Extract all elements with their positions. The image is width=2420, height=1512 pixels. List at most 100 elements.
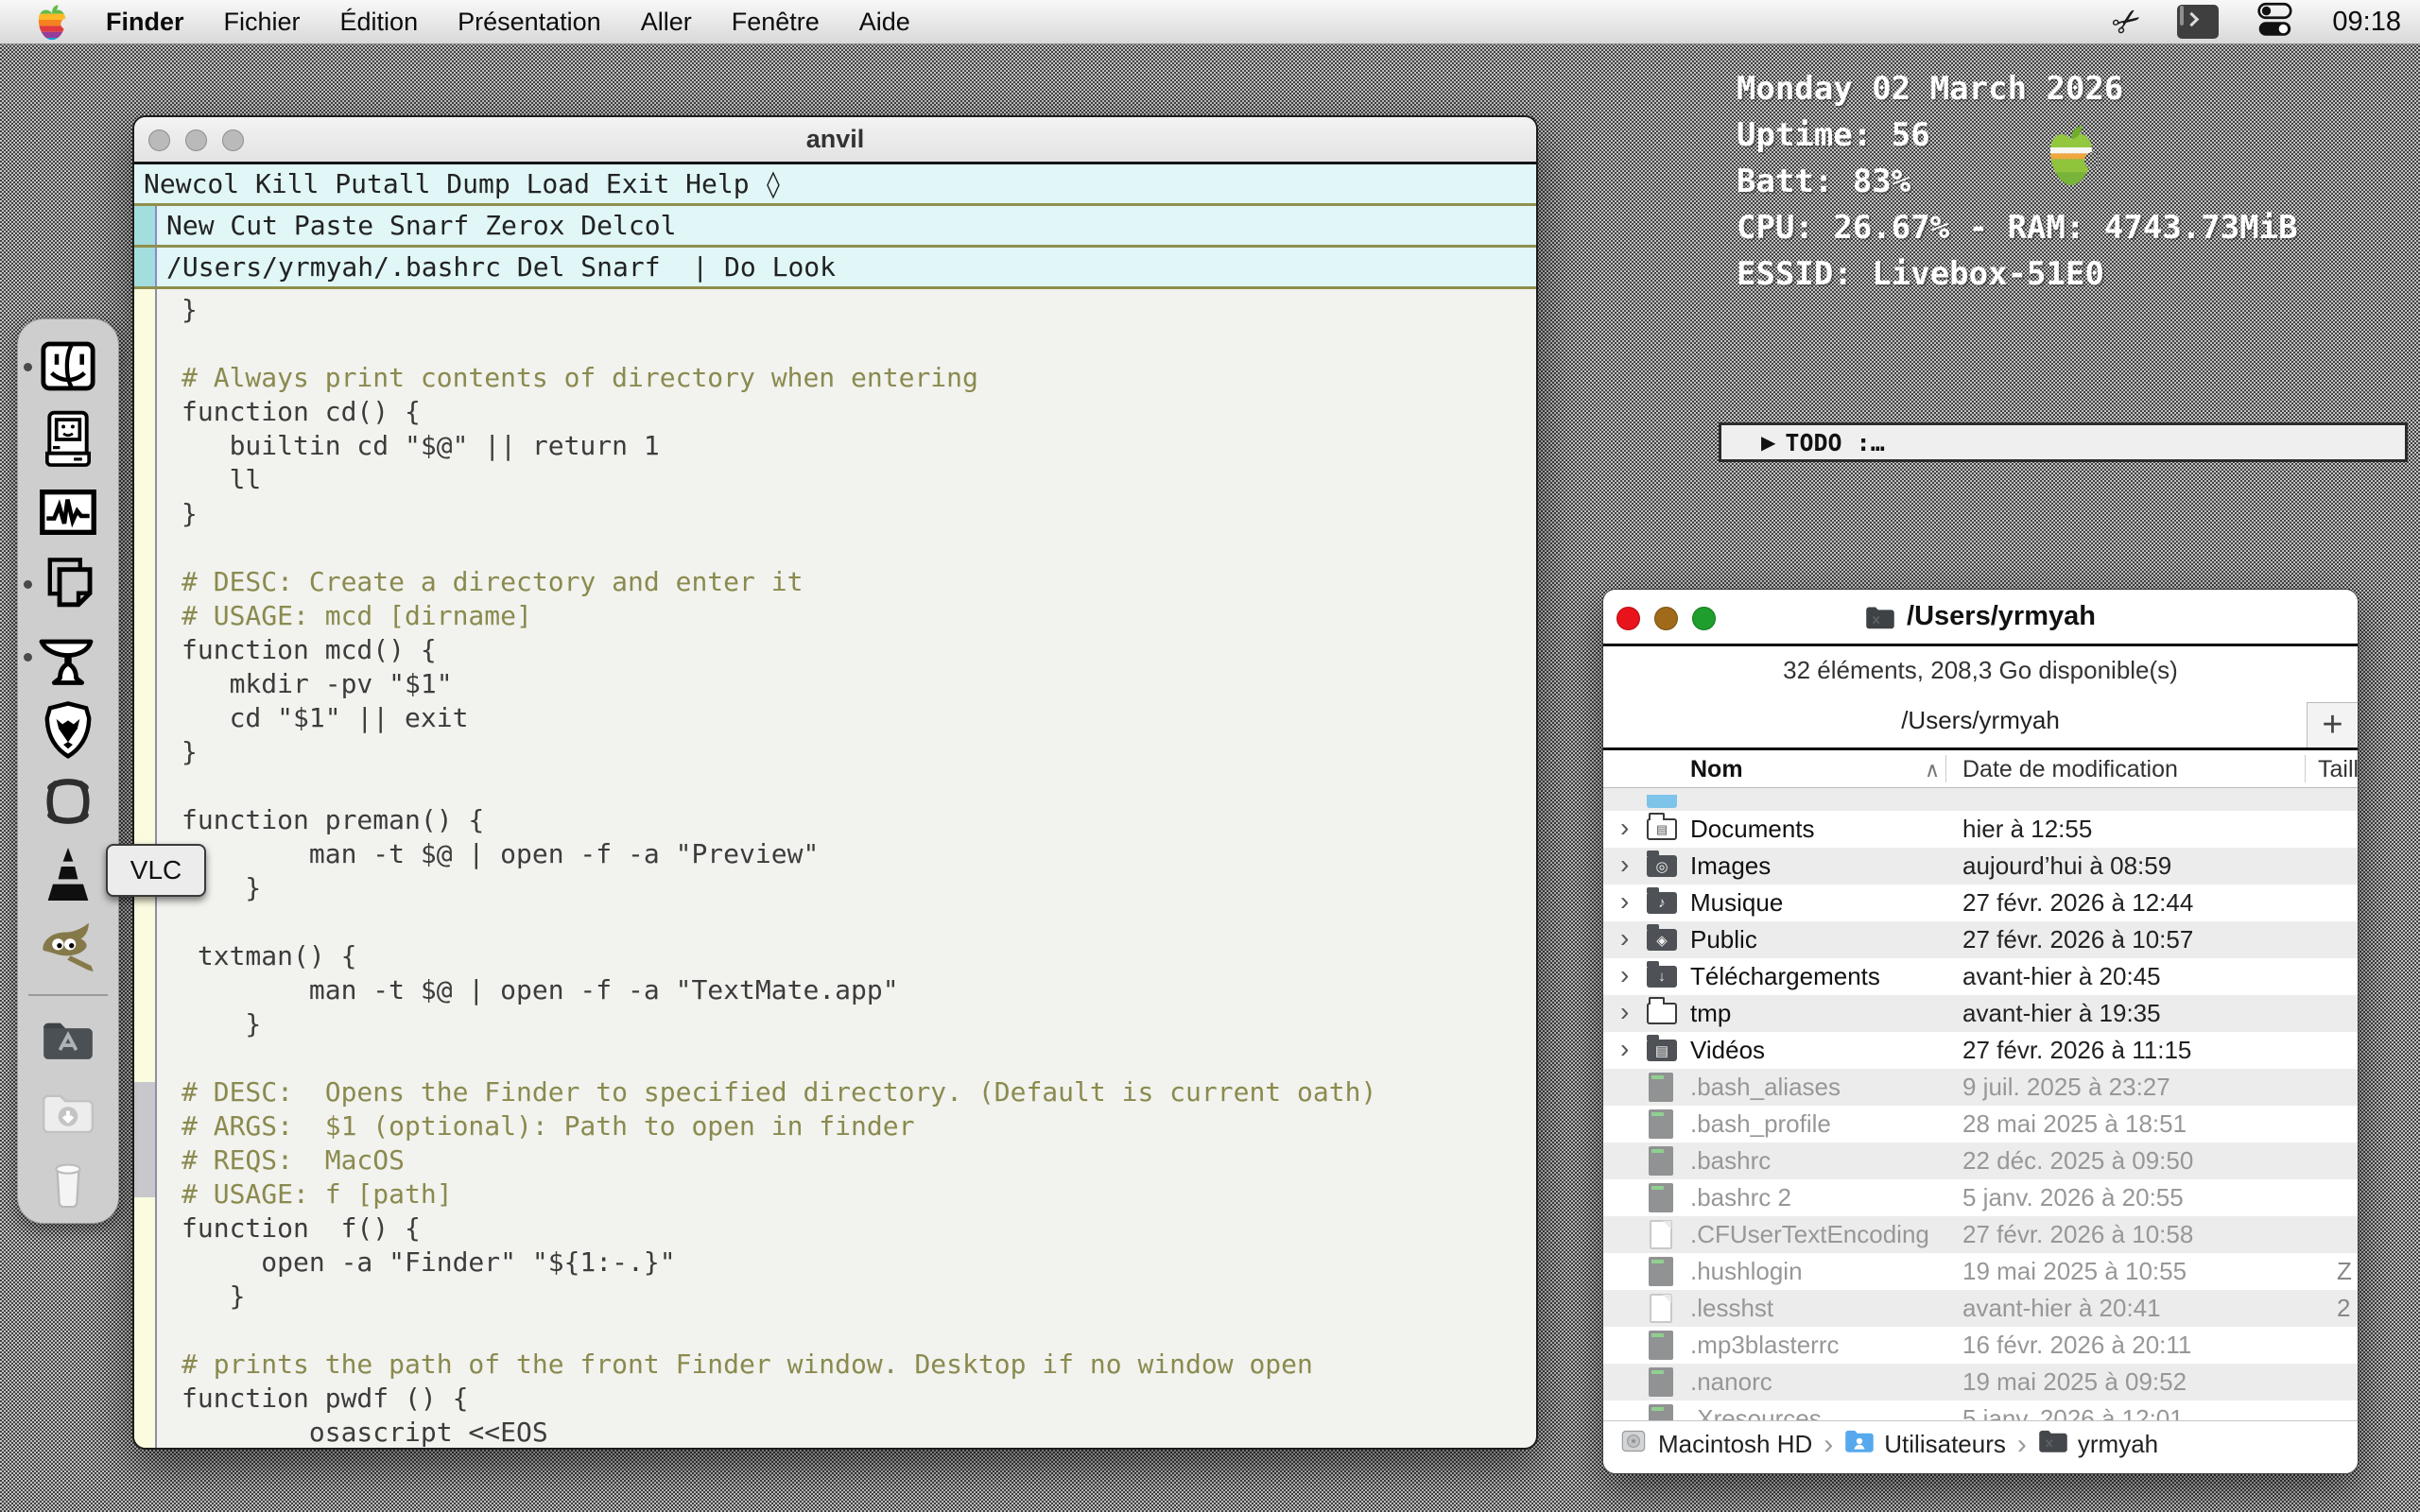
- file-row-tmp[interactable]: ›tmpavant-hier à 19:35: [1603, 995, 2358, 1032]
- code-line[interactable]: function cd() {: [182, 395, 1536, 429]
- file-name[interactable]: .lesshst: [1690, 1294, 1773, 1323]
- zoom-button[interactable]: [1692, 607, 1716, 630]
- dock-item-stickies-icon[interactable]: [33, 550, 103, 619]
- code-line[interactable]: function preman() {: [182, 803, 1536, 837]
- file-name[interactable]: Documents: [1690, 815, 1815, 844]
- column-header-date[interactable]: Date de modification: [1962, 756, 2178, 783]
- breadcrumb-yrmyah[interactable]: yrmyah: [2038, 1428, 2158, 1461]
- new-tab-button[interactable]: +: [2307, 702, 2358, 747]
- file-name[interactable]: .hushlogin: [1690, 1257, 1803, 1286]
- column-header-size[interactable]: Taille: [2318, 756, 2359, 783]
- scissors-icon[interactable]: ✂: [2106, 0, 2149, 43]
- file-row-musique[interactable]: ›♪Musique27 févr. 2026 à 12:44: [1603, 885, 2358, 921]
- toggles-icon[interactable]: [2255, 2, 2296, 43]
- menu-bar-clock[interactable]: 09:18: [2332, 7, 2401, 38]
- file-row-public[interactable]: ›◈Public27 févr. 2026 à 10:57: [1603, 921, 2358, 958]
- dock-item-trash-icon[interactable]: [33, 1150, 103, 1219]
- file-row--bash-aliases[interactable]: .bash_aliases9 juil. 2025 à 23:27: [1603, 1069, 2358, 1106]
- code-line[interactable]: [182, 531, 1536, 565]
- code-line[interactable]: [182, 905, 1536, 939]
- file-name[interactable]: .bashrc 2: [1690, 1183, 1791, 1212]
- partial-row[interactable]: [1603, 788, 2358, 811]
- code-line[interactable]: [182, 327, 1536, 361]
- code-line[interactable]: [182, 1314, 1536, 1348]
- dock-item-gimp-icon[interactable]: [33, 912, 103, 981]
- file-name[interactable]: .Xresources: [1690, 1404, 1822, 1420]
- code-line[interactable]: [182, 769, 1536, 803]
- file-name[interactable]: .mp3blasterrc: [1690, 1331, 1840, 1360]
- column-handle[interactable]: [134, 206, 157, 245]
- code-line[interactable]: man -t $@ | open -f -a "Preview": [182, 837, 1536, 871]
- code-comment-line[interactable]: # Always print contents of directory whe…: [182, 361, 1536, 395]
- disclosure-chevron-icon[interactable]: ›: [1620, 813, 1629, 843]
- file-name[interactable]: .nanorc: [1690, 1367, 1772, 1397]
- file-name[interactable]: .bashrc: [1690, 1146, 1771, 1176]
- anvil-main-tag[interactable]: Newcol Kill Putall Dump Load Exit Help ◊: [134, 164, 1536, 206]
- code-line[interactable]: }: [182, 871, 1536, 905]
- file-name[interactable]: .CFUserTextEncoding: [1690, 1220, 1929, 1249]
- code-line[interactable]: function f() {: [182, 1211, 1536, 1246]
- anvil-column-tag[interactable]: New Cut Paste Snarf Zerox Delcol: [134, 206, 1536, 248]
- scrollbar-thumb[interactable]: [134, 1082, 155, 1197]
- file-row--cfusertextencoding[interactable]: .CFUserTextEncoding27 févr. 2026 à 10:58: [1603, 1216, 2358, 1253]
- code-line[interactable]: txtman() {: [182, 939, 1536, 973]
- file-name[interactable]: .bash_profile: [1690, 1109, 1831, 1139]
- breadcrumb-macintosh-hd[interactable]: Macintosh HD: [1618, 1428, 1812, 1461]
- code-comment-line[interactable]: # prints the path of the front Finder wi…: [182, 1348, 1536, 1382]
- dock-item-anvil-icon[interactable]: [33, 623, 103, 692]
- disclosure-chevron-icon[interactable]: ›: [1620, 1034, 1629, 1064]
- code-comment-line[interactable]: # USAGE: f [path]: [182, 1177, 1536, 1211]
- disclosure-chevron-icon[interactable]: ›: [1620, 886, 1629, 917]
- code-line[interactable]: osascript <<EOS: [182, 1416, 1536, 1450]
- terminal-icon[interactable]: [2177, 5, 2219, 39]
- file-name[interactable]: Images: [1690, 851, 1771, 881]
- code-line[interactable]: }: [182, 1007, 1536, 1041]
- anvil-main-tag-text[interactable]: Newcol Kill Putall Dump Load Exit Help ◊: [134, 164, 781, 203]
- disclosure-chevron-icon[interactable]: ›: [1620, 850, 1629, 880]
- tab-users-yrmyah[interactable]: /Users/yrmyah: [1901, 706, 2060, 735]
- column-divider[interactable]: [1945, 755, 1946, 782]
- file-name[interactable]: .bash_aliases: [1690, 1073, 1841, 1102]
- file-name[interactable]: tmp: [1690, 999, 1731, 1028]
- disclosure-chevron-icon[interactable]: ›: [1620, 923, 1629, 954]
- code-line[interactable]: }: [182, 293, 1536, 327]
- code-line[interactable]: }: [182, 735, 1536, 769]
- menu-fichier[interactable]: Fichier: [224, 8, 301, 37]
- breadcrumb-utilisateurs[interactable]: Utilisateurs: [1844, 1428, 2006, 1461]
- file-row--mp3blasterrc[interactable]: .mp3blasterrc16 févr. 2026 à 20:11: [1603, 1327, 2358, 1364]
- code-comment-line[interactable]: # DESC: Opens the Finder to specified di…: [182, 1075, 1536, 1109]
- file-row--xresources[interactable]: .Xresources5 janv. 2026 à 12:01: [1603, 1400, 2358, 1420]
- file-row--lesshst[interactable]: .lesshstavant-hier à 20:412: [1603, 1290, 2358, 1327]
- file-row-images[interactable]: ›◎Imagesaujourd’hui à 08:59: [1603, 848, 2358, 885]
- code-comment-line[interactable]: # USAGE: mcd [dirname]: [182, 599, 1536, 633]
- file-name[interactable]: Public: [1690, 925, 1757, 954]
- code-line[interactable]: mkdir -pv "$1": [182, 667, 1536, 701]
- anvil-column-tag-text[interactable]: New Cut Paste Snarf Zerox Delcol: [157, 206, 676, 245]
- disclosure-chevron-icon[interactable]: ›: [1620, 960, 1629, 990]
- code-line[interactable]: }: [182, 1280, 1536, 1314]
- file-row-t-l-chargements[interactable]: ›↓Téléchargementsavant-hier à 20:45: [1603, 958, 2358, 995]
- dock-item-activity-monitor-icon[interactable]: [33, 477, 103, 546]
- menu-aller[interactable]: Aller: [641, 8, 692, 37]
- disclosure-chevron-icon[interactable]: ›: [1620, 997, 1629, 1027]
- menu-edition[interactable]: Édition: [340, 8, 419, 37]
- dock-item-classic-mac-icon[interactable]: [33, 405, 103, 474]
- dock-item-brave-icon[interactable]: [33, 695, 103, 764]
- sort-ascending-icon[interactable]: ∧: [1925, 758, 1940, 782]
- dock-item-downloads-folder-icon[interactable]: [33, 1078, 103, 1147]
- dock-item-applications-folder-icon[interactable]: [33, 1005, 103, 1074]
- close-button[interactable]: [148, 129, 170, 151]
- file-row--bash-profile[interactable]: .bash_profile28 mai 2025 à 18:51: [1603, 1106, 2358, 1143]
- minimize-button[interactable]: [1654, 607, 1678, 630]
- menu-aide[interactable]: Aide: [859, 8, 910, 37]
- bashrc-code-editor[interactable]: } # Always print contents of directory w…: [157, 289, 1536, 1450]
- file-row--bashrc[interactable]: .bashrc22 déc. 2025 à 09:50: [1603, 1143, 2358, 1179]
- menu-finder[interactable]: Finder: [106, 8, 184, 37]
- code-comment-line[interactable]: # REQS: MacOS: [182, 1143, 1536, 1177]
- file-row--bashrc-2[interactable]: .bashrc 25 janv. 2026 à 20:55: [1603, 1179, 2358, 1216]
- file-row-vid-os[interactable]: ›▤Vidéos27 févr. 2026 à 11:15: [1603, 1032, 2358, 1069]
- file-row--nanorc[interactable]: .nanorc19 mai 2025 à 09:52: [1603, 1364, 2358, 1400]
- menu-presentation[interactable]: Présentation: [458, 8, 601, 37]
- window-handle[interactable]: [134, 248, 157, 286]
- minimize-button[interactable]: [185, 129, 207, 151]
